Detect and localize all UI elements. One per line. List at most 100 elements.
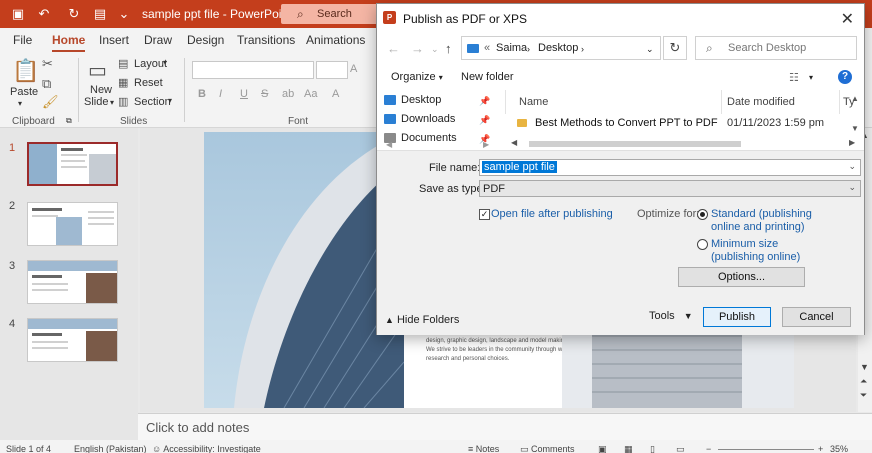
zoom-slider[interactable] xyxy=(718,449,814,450)
bold-button[interactable]: B xyxy=(198,88,206,100)
optimize-standard-label-1[interactable]: Standard (publishing xyxy=(711,208,812,220)
tab-file[interactable]: File xyxy=(13,33,32,47)
optimize-minimum-radio[interactable] xyxy=(697,239,708,250)
increase-font-icon[interactable]: A xyxy=(350,63,357,75)
next-slide-icon[interactable]: ⏷ xyxy=(860,390,867,401)
tab-insert[interactable]: Insert xyxy=(99,33,129,47)
italic-button[interactable]: I xyxy=(219,88,222,100)
optimize-standard-label-2[interactable]: online and printing) xyxy=(711,221,805,233)
nav-pane-scroll-left-icon[interactable]: ◀ xyxy=(386,140,392,149)
open-after-label[interactable]: Open file after publishing xyxy=(491,208,613,220)
paste-chevron-icon[interactable]: ▾ xyxy=(18,99,22,108)
file-list-scroll-down-icon[interactable]: ▼ xyxy=(851,124,859,133)
recent-locations-chevron-icon[interactable]: ⌄ xyxy=(431,44,439,55)
help-icon[interactable]: ? xyxy=(838,70,852,84)
new-slide-chevron-icon[interactable]: ▾ xyxy=(110,98,114,107)
new-slide-icon[interactable]: ▭ xyxy=(88,58,107,83)
redo-icon[interactable]: ↻ xyxy=(66,6,82,22)
file-name-dropdown-icon[interactable]: ⌄ xyxy=(848,161,856,172)
zoom-in-icon[interactable]: + xyxy=(818,444,823,453)
forward-arrow-icon[interactable]: → xyxy=(411,41,424,56)
breadcrumb-saima[interactable]: Saima xyxy=(496,42,527,54)
up-arrow-icon[interactable]: ↑ xyxy=(445,41,452,56)
nav-item-documents[interactable]: Documents xyxy=(384,132,457,144)
scroll-down-icon[interactable]: ▼ xyxy=(860,362,869,372)
options-button[interactable]: Options... xyxy=(678,267,805,287)
character-spacing-icon[interactable]: ab xyxy=(282,88,294,100)
breadcrumb-desktop[interactable]: Desktop xyxy=(538,42,578,54)
refresh-button[interactable]: ↻ xyxy=(663,36,687,60)
comments-toggle-button[interactable]: ▭ Comments xyxy=(520,444,575,453)
scroll-left-icon[interactable]: ◀ xyxy=(511,138,517,147)
file-list-horizontal-scrollbar[interactable]: ◀ ▶ xyxy=(503,138,861,149)
customize-toolbar-chevron-icon[interactable]: ⌄ xyxy=(116,6,132,22)
tab-home[interactable]: Home xyxy=(52,33,86,53)
save-type-dropdown-icon[interactable]: ⌄ xyxy=(848,182,856,193)
column-header-name[interactable]: Name xyxy=(519,96,548,108)
address-dropdown-icon[interactable]: ⌄ xyxy=(646,44,654,55)
paste-icon[interactable]: 📋 xyxy=(12,58,39,84)
save-icon[interactable]: ▣ xyxy=(10,6,26,22)
dialog-search-box[interactable]: ⌕ Search Desktop xyxy=(695,36,857,60)
notes-pane[interactable]: Click to add notes xyxy=(138,413,872,440)
hide-folders-button[interactable]: ▲ Hide Folders xyxy=(385,314,459,326)
scroll-right-icon[interactable]: ▶ xyxy=(849,138,855,147)
normal-view-icon[interactable]: ▣ xyxy=(598,444,607,453)
file-row[interactable]: Best Methods to Convert PPT to PDF 01/11… xyxy=(501,114,841,132)
file-name-input[interactable]: sample ppt file ⌄ xyxy=(479,159,861,176)
reading-view-icon[interactable]: ▯ xyxy=(650,444,655,453)
organize-button[interactable]: Organize ▾ xyxy=(391,71,443,83)
tab-transitions[interactable]: Transitions xyxy=(237,33,295,47)
tab-design[interactable]: Design xyxy=(187,33,224,47)
slideshow-icon[interactable]: ▭ xyxy=(676,444,685,453)
previous-slide-icon[interactable]: ⏶ xyxy=(860,376,867,387)
view-options-icon[interactable]: ☷ xyxy=(789,71,799,84)
back-arrow-icon[interactable]: ← xyxy=(387,41,400,56)
slide-thumbnail-1[interactable] xyxy=(27,142,118,186)
paste-button[interactable]: Paste xyxy=(10,86,38,98)
zoom-out-icon[interactable]: − xyxy=(706,444,711,453)
slide-thumbnail-4[interactable] xyxy=(27,318,118,362)
close-icon[interactable]: ✕ xyxy=(841,9,854,29)
change-case-icon[interactable]: Aa xyxy=(304,88,317,100)
notes-toggle-button[interactable]: ≡ Notes xyxy=(468,444,499,453)
language-indicator[interactable]: English (Pakistan) xyxy=(74,444,147,453)
zoom-level[interactable]: 35% xyxy=(830,444,848,453)
nav-item-desktop[interactable]: Desktop xyxy=(384,94,441,106)
open-after-checkbox[interactable]: ✓ xyxy=(479,209,490,220)
slide-sorter-icon[interactable]: ▦ xyxy=(624,444,633,453)
tab-animations[interactable]: Animations xyxy=(306,33,365,47)
cancel-button[interactable]: Cancel xyxy=(782,307,851,327)
view-options-chevron-icon[interactable]: ▾ xyxy=(809,73,813,82)
pin-icon[interactable]: 📌 xyxy=(479,96,490,107)
nav-item-downloads[interactable]: Downloads xyxy=(384,113,455,125)
font-color-icon[interactable]: A xyxy=(332,88,339,100)
layout-chevron-icon[interactable]: ▾ xyxy=(163,58,167,67)
section-chevron-icon[interactable]: ▾ xyxy=(168,96,172,105)
scroll-thumb[interactable] xyxy=(529,141,741,147)
new-slide-label-2[interactable]: Slide xyxy=(84,96,108,108)
publish-button[interactable]: Publish xyxy=(703,307,771,327)
reset-button[interactable]: Reset xyxy=(134,77,163,89)
format-painter-icon[interactable]: 🖌 xyxy=(42,94,59,110)
pin-icon[interactable]: 📌 xyxy=(479,115,490,126)
optimize-minimum-label-2[interactable]: (publishing online) xyxy=(711,251,800,263)
accessibility-status[interactable]: ☺ Accessibility: Investigate xyxy=(152,444,261,453)
column-header-date[interactable]: Date modified xyxy=(727,96,795,108)
address-bar[interactable]: « Saima › Desktop › ⌄ xyxy=(461,36,661,60)
clipboard-launcher-icon[interactable]: ⧉ xyxy=(66,116,72,126)
tools-button[interactable]: Tools ▼ xyxy=(649,310,693,322)
present-icon[interactable]: ▤ xyxy=(92,6,108,22)
cut-icon[interactable]: ✂ xyxy=(42,56,53,72)
new-slide-label[interactable]: New xyxy=(90,84,112,96)
new-folder-button[interactable]: New folder xyxy=(461,71,514,83)
nav-pane-scroll-right-icon[interactable]: ▶ xyxy=(483,140,489,149)
optimize-minimum-label-1[interactable]: Minimum size xyxy=(711,238,778,250)
underline-button[interactable]: U xyxy=(240,88,248,100)
app-search-box[interactable]: ⌕ Search xyxy=(281,4,381,24)
tab-draw[interactable]: Draw xyxy=(144,33,172,47)
font-size-combo[interactable] xyxy=(316,61,348,79)
section-button[interactable]: Section xyxy=(134,96,171,108)
slide-thumbnail-3[interactable] xyxy=(27,260,118,304)
breadcrumb-chevron-icon[interactable]: › xyxy=(581,44,584,54)
